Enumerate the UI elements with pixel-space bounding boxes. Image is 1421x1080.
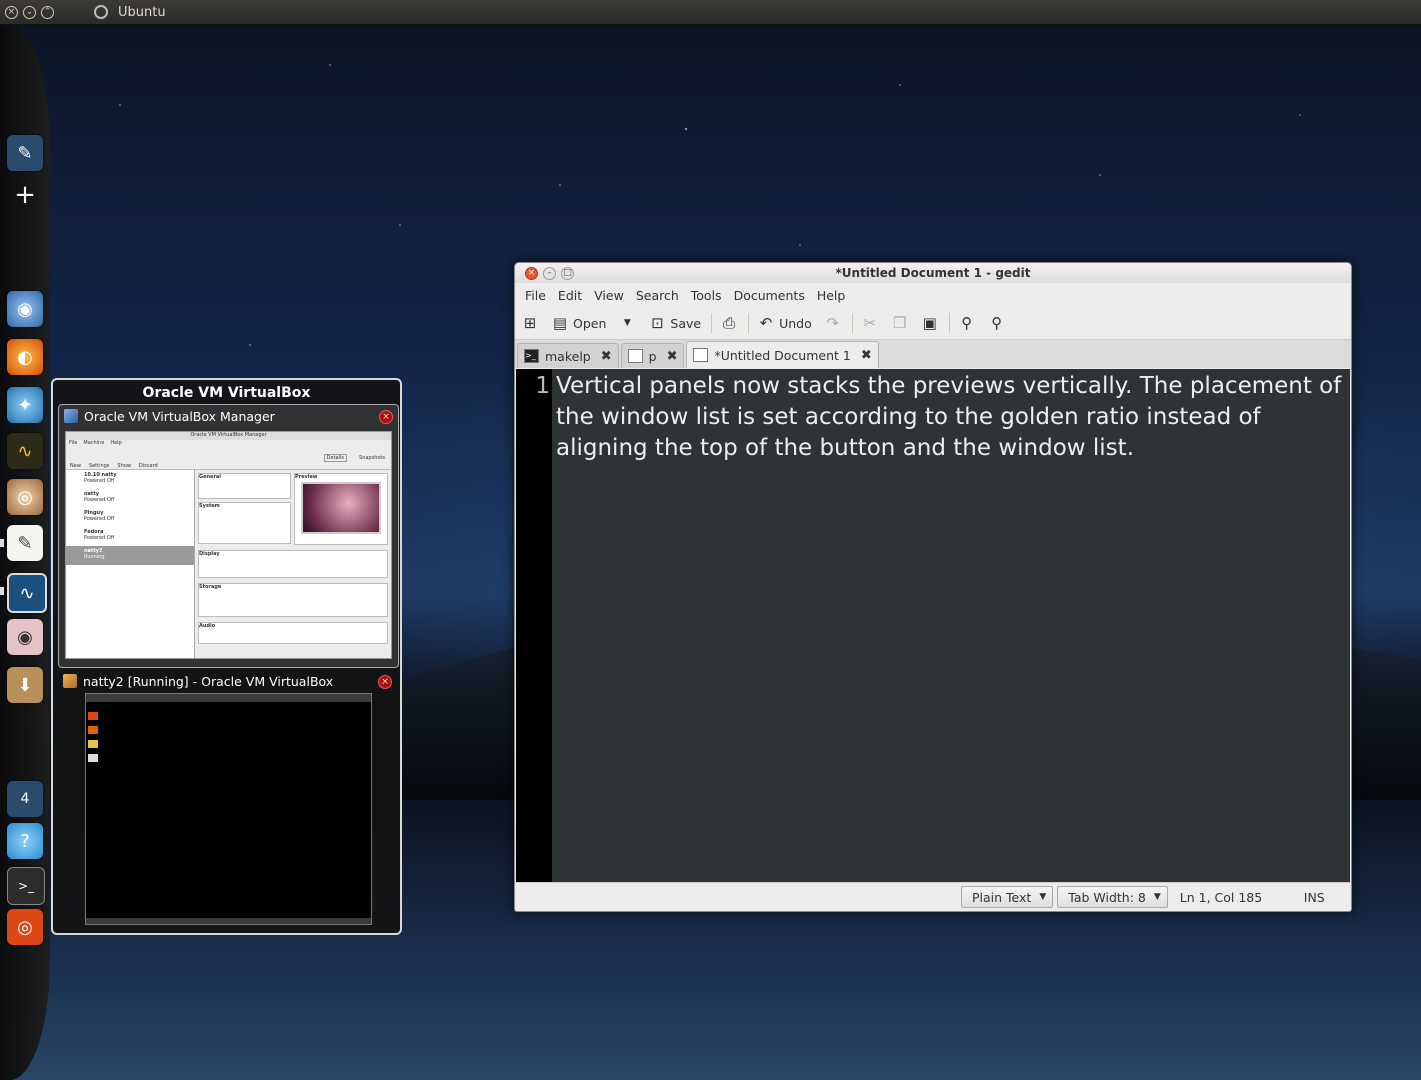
- find-button[interactable]: ⚲: [958, 314, 976, 332]
- chromium-icon[interactable]: ◉: [7, 291, 43, 327]
- toolbar-separator: [948, 313, 950, 333]
- paste-icon: ▣: [922, 314, 937, 332]
- eye-of-gnome-icon[interactable]: ◉: [7, 619, 43, 655]
- terminal-file-icon: >_: [524, 349, 539, 363]
- system-monitor-icon[interactable]: ∿: [7, 433, 43, 469]
- search-icon: ⚲: [961, 314, 973, 332]
- language-selector[interactable]: Plain Text ▼: [961, 886, 1054, 908]
- paste-button[interactable]: ▣: [921, 314, 939, 332]
- panel-app-title: Ubuntu: [118, 4, 166, 20]
- tab-untitled-document-1[interactable]: *Untitled Document 1 ✖: [686, 341, 879, 368]
- copy-button[interactable]: ❐: [891, 314, 909, 332]
- insert-mode: INS: [1303, 889, 1325, 905]
- virtualbox-manager-thumbnail: Oracle VM VirtualBox Manager File Machin…: [65, 431, 392, 659]
- tab-width-selector[interactable]: Tab Width: 8 ▼: [1057, 886, 1168, 908]
- find-replace-icon: ⚲: [991, 314, 1003, 332]
- find-replace-button[interactable]: ⚲: [988, 314, 1006, 332]
- chevron-down-icon: ▼: [1039, 892, 1047, 902]
- menubar: File Edit View Search Tools Documents He…: [515, 283, 1351, 307]
- copy-icon: ❐: [893, 314, 907, 332]
- close-window-icon[interactable]: ×: [378, 675, 392, 689]
- close-icon[interactable]: ×: [5, 5, 18, 19]
- empathy-icon[interactable]: ?: [7, 823, 43, 859]
- maximize-icon[interactable]: ⌃: [41, 5, 54, 19]
- toolbar-separator: [851, 313, 853, 333]
- print-icon: ⎙: [723, 314, 736, 332]
- statusbar: Plain Text ▼ Tab Width: 8 ▼ Ln 1, Col 185 …: [515, 882, 1351, 911]
- window-list-popup: Oracle VM VirtualBox Oracle VM VirtualBo…: [51, 378, 402, 935]
- gedit-window: × – □ *Untitled Document 1 - gedit File …: [514, 262, 1352, 912]
- launcher: ✎ + ◉ ◐ ✦ ∿ ◎ ✎ ∿ ◉ ⬇ 4 ? >_ ◎: [0, 25, 50, 1080]
- document-text[interactable]: Vertical panels now stacks the previews …: [552, 369, 1350, 882]
- new-document-button[interactable]: ⊞: [521, 314, 539, 332]
- menu-file[interactable]: File: [519, 288, 552, 303]
- window-preview-title: Oracle VM VirtualBox Manager: [84, 408, 275, 424]
- toolbar: ⊞ ▤ Open ▼ ⊡ Save ⎙ ↶ Undo ↷ ✂ ❐ ▣ ⚲ ⚲: [515, 307, 1351, 340]
- chevron-down-icon: ▼: [1153, 892, 1161, 902]
- print-button[interactable]: ⎙: [720, 314, 738, 332]
- window-title: *Untitled Document 1 - gedit: [835, 266, 1031, 280]
- virtualbox-vm-icon: [63, 674, 77, 688]
- redo-button[interactable]: ↷: [824, 314, 842, 332]
- gedit-icon[interactable]: ✎: [7, 525, 43, 561]
- workspace-switcher-icon[interactable]: ✎: [7, 135, 43, 171]
- undo-button[interactable]: ↶ Undo: [757, 314, 812, 332]
- toolbar-separator: [711, 313, 713, 333]
- text-editor[interactable]: 1 Vertical panels now stacks the preview…: [516, 369, 1350, 882]
- close-tab-icon[interactable]: ✖: [667, 349, 678, 364]
- shell-icon[interactable]: ◎: [7, 479, 43, 515]
- text-file-icon: [627, 349, 643, 363]
- window-preview-title: natty2 [Running] - Oracle VM VirtualBox: [83, 673, 334, 689]
- menu-documents[interactable]: Documents: [728, 288, 811, 303]
- menu-tools[interactable]: Tools: [685, 288, 728, 303]
- virtualbox-icon[interactable]: ∿: [7, 573, 47, 613]
- menu-search[interactable]: Search: [630, 288, 685, 303]
- close-tab-icon[interactable]: ✖: [601, 349, 612, 364]
- text-file-icon: [693, 348, 709, 362]
- package-installer-icon[interactable]: ⬇: [7, 667, 43, 703]
- minimize-icon[interactable]: ⌄: [23, 5, 36, 19]
- virtualbox-icon: [64, 409, 78, 423]
- undo-icon: ↶: [759, 314, 773, 332]
- cut-button[interactable]: ✂: [861, 314, 879, 332]
- window-list-title: Oracle VM VirtualBox: [142, 385, 311, 401]
- firefox-icon[interactable]: ◐: [7, 339, 43, 375]
- save-button[interactable]: ⊡ Save: [648, 314, 701, 332]
- window-preview-virtualbox-manager[interactable]: Oracle VM VirtualBox Manager × Oracle VM…: [58, 404, 399, 668]
- line-number-gutter: 1: [516, 369, 552, 882]
- open-recent-dropdown[interactable]: ▼: [618, 314, 636, 332]
- gedit-titlebar[interactable]: × – □ *Untitled Document 1 - gedit: [515, 263, 1351, 283]
- ubuntu-logo-icon: [94, 5, 108, 19]
- terminal-icon[interactable]: >_: [7, 867, 45, 905]
- natty2-vm-thumbnail: [85, 693, 372, 925]
- ubuntu-one-icon[interactable]: ◎: [7, 909, 43, 945]
- close-tab-icon[interactable]: ✖: [861, 348, 872, 363]
- add-icon[interactable]: +: [7, 177, 43, 213]
- cursor-position: Ln 1, Col 185: [1179, 889, 1263, 905]
- birdie-icon[interactable]: ✦: [7, 387, 43, 423]
- toolbar-separator: [748, 313, 750, 333]
- top-panel: × ⌄ ⌃ Ubuntu: [0, 0, 1421, 25]
- open-button[interactable]: ▤ Open: [551, 314, 606, 332]
- save-icon: ⊡: [651, 314, 664, 332]
- workspaces-icon[interactable]: 4: [7, 781, 43, 817]
- running-indicator: [0, 539, 4, 547]
- close-window-icon[interactable]: ×: [379, 410, 393, 424]
- menu-edit[interactable]: Edit: [552, 288, 588, 303]
- folder-icon: ▤: [552, 314, 568, 332]
- cut-icon: ✂: [863, 314, 877, 332]
- chevron-down-icon: ▼: [623, 318, 631, 328]
- window-preview-natty2-running[interactable]: natty2 [Running] - Oracle VM VirtualBox …: [58, 670, 397, 928]
- tab-makelp[interactable]: >_ makelp ✖: [517, 343, 619, 368]
- tab-p[interactable]: p ✖: [620, 343, 685, 368]
- new-document-icon: ⊞: [523, 314, 537, 332]
- redo-icon: ↷: [826, 314, 840, 332]
- menu-view[interactable]: View: [588, 288, 630, 303]
- menu-help[interactable]: Help: [811, 288, 852, 303]
- line-number: 1: [535, 373, 550, 399]
- document-tabs: >_ makelp ✖ p ✖ *Untitled Document 1 ✖: [515, 340, 1351, 368]
- running-indicator: [0, 587, 4, 595]
